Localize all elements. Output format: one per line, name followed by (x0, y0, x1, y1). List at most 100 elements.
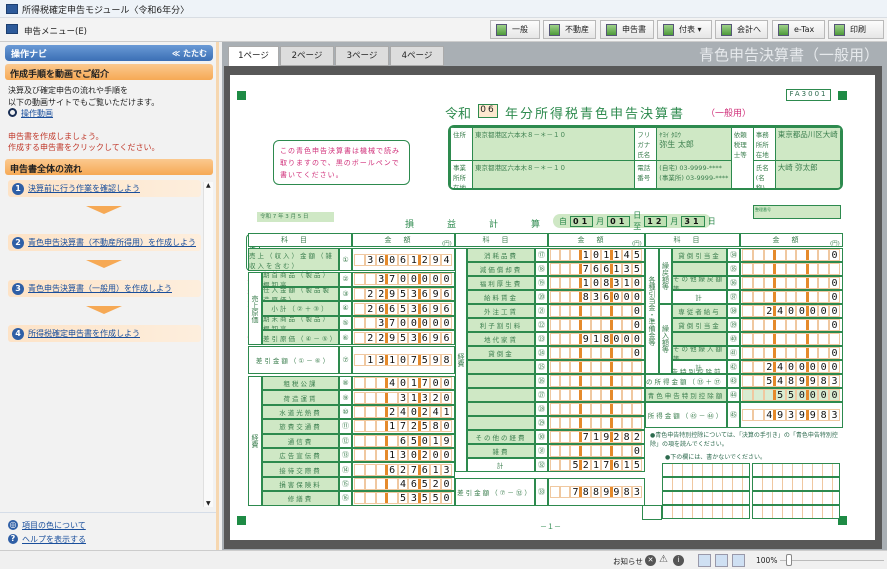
amount-digit (550, 333, 561, 345)
toolbar-button-label: 申告書 (622, 25, 646, 34)
tab-page-2[interactable]: 2ページ (280, 46, 334, 66)
office-field[interactable]: 東京都港区六本木８－＊－１０ (471, 160, 636, 188)
video-link-label[interactable]: 操作動画 (21, 108, 53, 119)
amount-digit: 0 (631, 347, 642, 359)
amount-digit (386, 478, 398, 490)
amount-digit (818, 319, 830, 331)
tab-page-4[interactable]: 4ページ (390, 46, 444, 66)
flow-step-link[interactable]: 青色申告決算書（一般用）を作成しよう (28, 283, 172, 294)
amount-digit (631, 375, 642, 387)
toolbar-button-3[interactable]: 付表 ▾ (657, 20, 712, 39)
name-field[interactable]: ﾔﾖｲ ﾀﾛｳ 弥生 太郎 (656, 127, 732, 161)
amount-digit (611, 445, 622, 457)
period-unit: 月 (670, 216, 679, 226)
info-icon[interactable]: i (673, 555, 684, 566)
fit-page-button[interactable] (715, 554, 728, 567)
amount-digit: 9 (430, 253, 442, 266)
amount-digit: 0 (829, 305, 840, 317)
amount-digit: 3 (785, 409, 797, 421)
amount-digit (354, 463, 365, 476)
collapse-button[interactable]: ≪ たたむ (172, 48, 207, 59)
toolbar-button-label: 不動産 (565, 25, 589, 34)
thousands-separator (805, 334, 809, 344)
amount-digit (560, 333, 571, 345)
amount-digit: 4 (397, 406, 409, 418)
toolbar-button-1[interactable]: 不動産 (543, 20, 596, 39)
flow-step-4[interactable]: 4 所得税確定申告書を作成しよう (8, 325, 201, 342)
flow-step-1[interactable]: 1 決算前に行う作業を確認しよう (8, 180, 201, 197)
amount-digit (354, 449, 365, 462)
column-header-amount: 金額 (352, 233, 455, 247)
row-label: 消耗品費 (467, 248, 535, 262)
video-section-header: 作成手順を動画でご紹介 (5, 64, 213, 80)
thousands-separator (805, 306, 809, 316)
amount-digit: 9 (430, 287, 442, 300)
amount-digit: 3 (631, 486, 642, 498)
amount-digit (560, 417, 571, 429)
tab-page-1[interactable]: 1ページ (228, 46, 279, 67)
row-label: 福利厚生費 (467, 276, 535, 290)
amount-digit (818, 277, 830, 289)
amount-digit (807, 249, 819, 261)
row-label: 修繕費 (262, 491, 339, 506)
flow-step-3[interactable]: 3 青色申告決算書（一般用）を作成しよう (8, 280, 201, 297)
amount-digit (752, 409, 764, 421)
amount-digit: 0 (631, 333, 642, 345)
toolbar-button-6[interactable]: 印刷 (828, 20, 884, 39)
hint-text: 作成する申告書をクリックしてください。 (8, 143, 160, 152)
ledger-icon (549, 23, 560, 36)
flow-step-link[interactable]: 所得税確定申告書を作成しよう (28, 328, 140, 339)
page-number: －１－ (540, 523, 561, 531)
agent-name-field[interactable]: 大崎 弥太郎 (774, 160, 841, 188)
toolbar-button-0[interactable]: 一般 (490, 20, 540, 39)
row-label: 貸倒引当金 (672, 248, 727, 262)
warning-icon[interactable]: ⚠ (659, 554, 668, 565)
toolbar-button-2[interactable]: 申告書 (600, 20, 654, 39)
fit-width-button[interactable] (732, 554, 745, 567)
thousands-separator (385, 303, 389, 314)
thousands-separator (579, 334, 583, 344)
form-code: FA3001 (786, 89, 831, 101)
row-label: その他の経費 (467, 430, 535, 444)
help-link[interactable]: ? ヘルプを表示する (8, 534, 86, 545)
thousands-separator (417, 464, 421, 475)
amount-digit: 5 (785, 389, 797, 401)
flow-step-2[interactable]: 2 青色申告決算書（不動産所得用）を作成しよう (8, 234, 201, 251)
amount-digit: 0 (829, 291, 840, 303)
flow-step-link[interactable]: 決算前に行う作業を確認しよう (28, 183, 140, 194)
single-page-view-button[interactable] (698, 554, 711, 567)
item-color-link[interactable]: ◎ 項目の色について (8, 520, 86, 531)
video-link[interactable]: 操作動画 (8, 108, 53, 119)
zoom-slider-thumb[interactable] (786, 554, 792, 566)
agent-address-field[interactable]: 東京都品川区大崎 (774, 127, 841, 161)
amount-digit (580, 389, 591, 401)
amount-digit (752, 305, 764, 317)
amount-digit: 0 (397, 273, 409, 286)
amount-digit: 5 (631, 249, 642, 261)
navi-scrollbar[interactable]: ▲ ▼ (203, 182, 213, 507)
amount-digit: 0 (590, 249, 602, 261)
declaration-menu[interactable]: 申告メニュー(E) (24, 25, 87, 37)
flow-step-link[interactable]: 青色申告決算書（不動産所得用）を作成しよう (28, 237, 196, 248)
address-field[interactable]: 東京都港区六本木８－＊－１０ (471, 127, 636, 161)
error-icon[interactable]: ✕ (645, 555, 656, 566)
amount-digit (752, 361, 764, 373)
thousands-separator (773, 390, 777, 400)
reserved-box (662, 491, 750, 505)
amount-digit (590, 375, 602, 387)
help-link-label[interactable]: ヘルプを表示する (22, 534, 86, 545)
step-number-badge: 1 (12, 182, 24, 195)
zoom-slider[interactable] (780, 560, 884, 561)
row-number: ④ (339, 301, 352, 316)
toolbar-button-4[interactable]: 会計へ (715, 20, 768, 39)
amount-digit: 6 (441, 287, 452, 300)
phone-field[interactable]: (自宅) 03-9999-**** (事業所) 03-9999-**** (656, 160, 732, 188)
tab-page-3[interactable]: 3ページ (335, 46, 389, 66)
thousands-separator (579, 376, 583, 386)
toolbar-button-5[interactable]: e-Tax (772, 20, 825, 39)
thousands-separator (417, 407, 421, 417)
row-number: ⑬ (339, 448, 352, 463)
row-label: 差引金額（①－⑥） (248, 346, 339, 374)
item-color-link-label[interactable]: 項目の色について (22, 520, 86, 531)
thousands-separator (417, 303, 421, 314)
